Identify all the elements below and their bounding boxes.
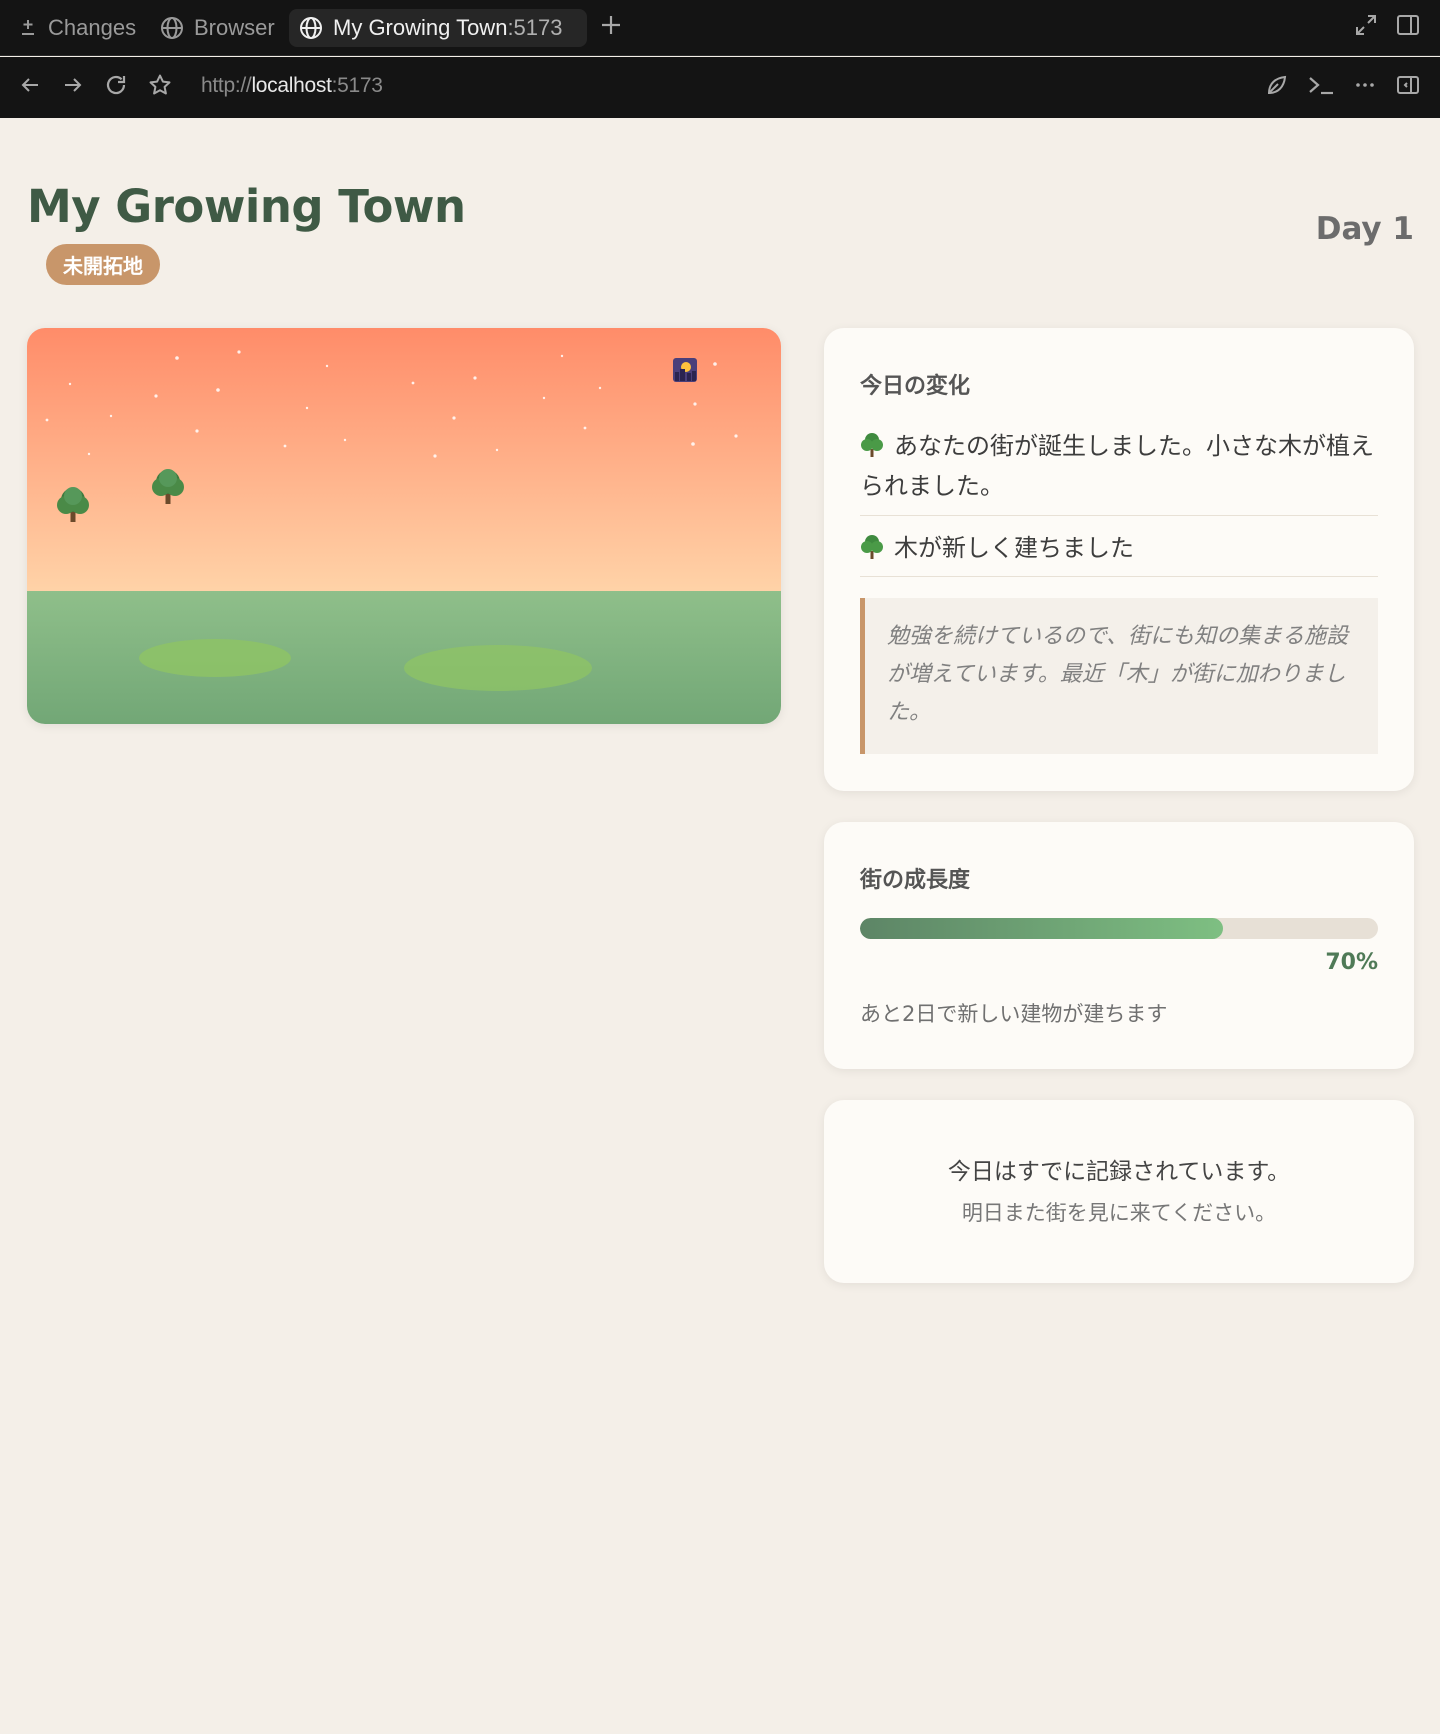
expand-icon (1354, 13, 1378, 41)
back-button[interactable] (15, 72, 45, 102)
status-card: 今日はすでに記録されています。 明日また街を見に来てください。 (824, 1100, 1414, 1283)
growth-note: あと2日で新しい建物が建ちます (860, 1002, 1168, 1026)
grass-patch (139, 639, 291, 677)
browser-address-bar: http://localhost:5173 (0, 57, 1440, 118)
growth-progress-fill (860, 918, 1223, 939)
change-text: あなたの街が誕生しました。小さな木が植えられました。 (860, 432, 1374, 500)
tree-icon (860, 532, 884, 559)
change-item: 木が新しく建ちました (860, 528, 1378, 568)
change-text: 木が新しく建ちました (894, 534, 1134, 562)
leaf-tag-icon (1265, 73, 1289, 101)
tab-my-growing-town[interactable]: My Growing Town:5173 (289, 9, 587, 47)
browser-tab-bar: Changes Browser My Growing Town:5173 (0, 0, 1440, 56)
arrow-right-icon (61, 73, 85, 101)
tab-label: Browser (194, 15, 275, 40)
tab-label: My Growing Town (333, 15, 508, 40)
day-counter: Day 1 (1315, 211, 1414, 247)
globe-icon (299, 16, 323, 40)
growth-card: 街の成長度 70% あと2日で新しい建物が建ちます (824, 822, 1414, 1069)
sunset-icon (673, 358, 697, 382)
split-view-button[interactable] (1393, 12, 1423, 42)
divider (860, 515, 1378, 516)
panel-icon (1396, 13, 1420, 41)
url-port: :5173 (331, 74, 383, 97)
url-host: localhost (251, 74, 332, 97)
url-scheme: http:// (201, 74, 252, 97)
extension-button[interactable] (1262, 72, 1292, 102)
url-field[interactable]: http://localhost:5173 (201, 74, 383, 98)
sky (27, 328, 781, 593)
expand-button[interactable] (1351, 12, 1381, 42)
town-scene (27, 328, 781, 724)
growth-title: 街の成長度 (860, 868, 971, 893)
terminal-button[interactable] (1304, 72, 1338, 102)
tab-port: :5173 (507, 15, 563, 40)
page-title: My Growing Town (27, 180, 466, 233)
reload-icon (104, 73, 128, 101)
town-scene-svg (27, 328, 781, 724)
sidebar-toggle-button[interactable] (1393, 72, 1423, 102)
grass-patch (404, 645, 592, 691)
bookmark-button[interactable] (145, 72, 175, 102)
forward-button[interactable] (58, 72, 88, 102)
plus-icon (599, 13, 623, 41)
change-item: あなたの街が誕生しました。小さな木が植えられました。 (860, 426, 1378, 506)
changes-card: 今日の変化 あなたの街が誕生しました。小さな木が植えられました。 木が新しく建ち… (824, 328, 1414, 791)
star-icon (148, 73, 172, 101)
reload-button[interactable] (101, 72, 131, 102)
growth-percent: 70% (1325, 950, 1378, 975)
globe-icon (160, 16, 184, 40)
insight-quote: 勉強を続けているので、街にも知の集まる施設が増えています。最近「木」が街に加わり… (860, 598, 1378, 754)
tree-icon (860, 430, 884, 457)
divider (860, 576, 1378, 577)
sidebar-icon (1396, 73, 1420, 101)
tab-label: Changes (48, 15, 137, 40)
terminal-icon (1307, 73, 1335, 101)
more-button[interactable] (1350, 72, 1380, 102)
growth-progress-bar (860, 918, 1378, 939)
tab-changes[interactable]: Changes (8, 9, 146, 47)
arrow-left-icon (18, 73, 42, 101)
status-message: 今日はすでに記録されています。 (947, 1159, 1291, 1185)
tab-browser[interactable]: Browser (150, 9, 285, 47)
stage-badge: 未開拓地 (46, 244, 160, 285)
new-tab-button[interactable] (596, 12, 626, 42)
changes-title: 今日の変化 (860, 374, 971, 399)
ellipsis-icon (1353, 73, 1377, 101)
status-sub: 明日また街を見に来てください。 (961, 1201, 1277, 1225)
plus-minus-icon (18, 18, 38, 38)
